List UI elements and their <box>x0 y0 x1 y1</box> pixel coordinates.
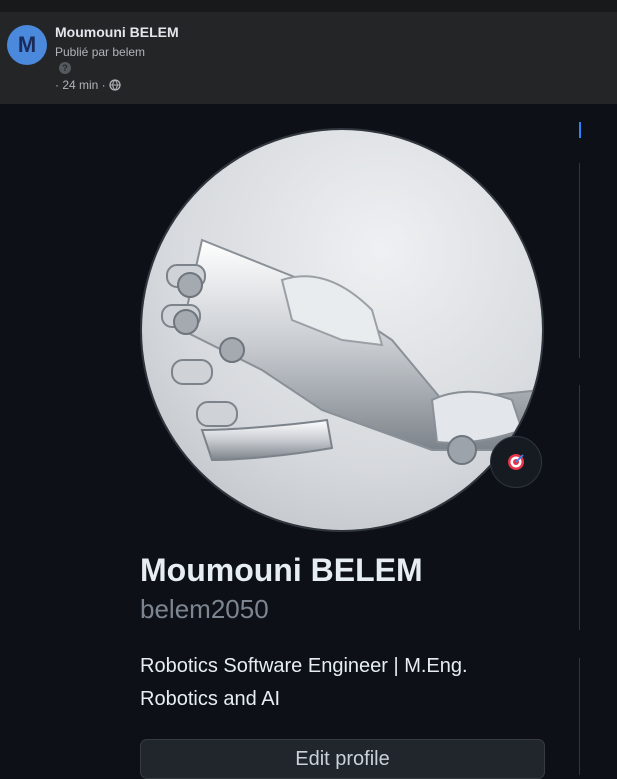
top-bar <box>0 0 617 12</box>
side-divider <box>579 385 580 630</box>
author-name[interactable]: Moumouni BELEM <box>55 24 179 40</box>
author-avatar[interactable]: M <box>7 25 47 65</box>
robot-hand-image <box>142 130 542 530</box>
active-indicator <box>579 122 581 138</box>
globe-icon <box>109 79 121 91</box>
post-time[interactable]: · 24 min · <box>55 78 106 92</box>
post-byline: Publié par belem <box>55 45 146 59</box>
profile-username: belem2050 <box>140 594 269 624</box>
side-divider <box>579 658 580 775</box>
post-header: M Moumouni BELEM Publié par belem ? · 24… <box>0 12 617 104</box>
profile-bio: Robotics Software Engineer | M.Eng. Robo… <box>140 655 468 710</box>
side-divider <box>579 163 580 358</box>
profile-picture[interactable] <box>140 128 544 532</box>
post-meta: · 24 min · <box>55 78 121 92</box>
edit-profile-button[interactable]: Edit profile <box>140 739 545 779</box>
status-badge[interactable] <box>490 436 542 488</box>
help-icon[interactable]: ? <box>59 62 71 74</box>
profile-name: Moumouni BELEM <box>140 552 423 588</box>
target-icon <box>508 454 524 470</box>
